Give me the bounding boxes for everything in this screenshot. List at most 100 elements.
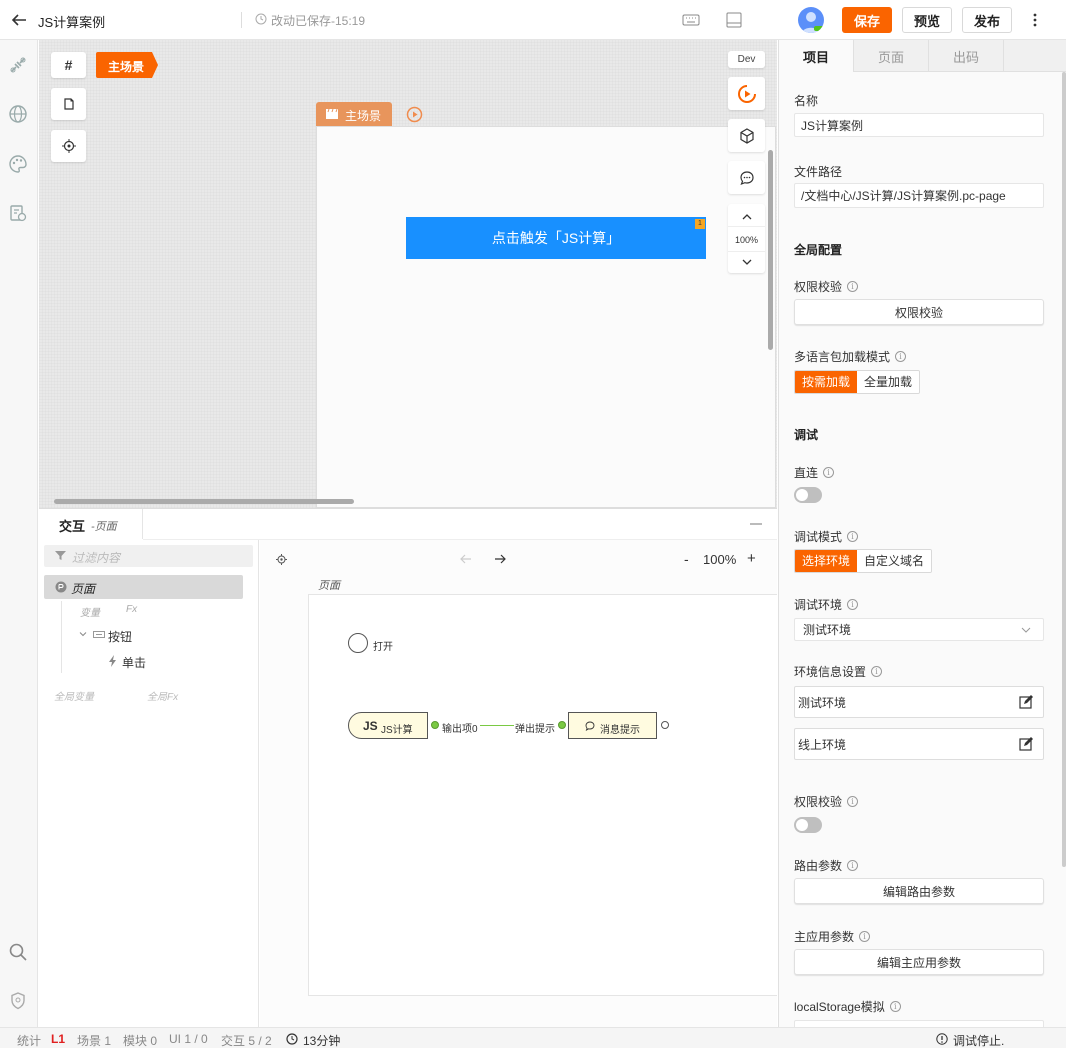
info-icon[interactable]: i xyxy=(847,531,859,542)
save-button[interactable]: 保存 xyxy=(842,7,892,33)
tab-code[interactable]: 出码 xyxy=(929,40,1004,72)
edit-icon[interactable] xyxy=(1019,737,1033,751)
info-icon[interactable]: i xyxy=(847,599,859,610)
chat-icon xyxy=(739,170,755,186)
ui-count: UI 1 / 0 xyxy=(169,1032,208,1046)
run-debug-button[interactable] xyxy=(728,77,765,110)
tree-global-fx[interactable]: 全局Fx xyxy=(147,688,178,703)
flow-zoom-out[interactable]: - xyxy=(684,551,689,567)
tree-fx-label[interactable]: Fx xyxy=(126,604,137,615)
tab-project[interactable]: 项目 xyxy=(779,40,854,72)
property-panel: 项目 页面 出码 名称 JS计算案例 文件路径 /文档中心/JS计算/JS计算案… xyxy=(778,40,1066,1027)
elapsed-time: 13分钟 xyxy=(303,1034,341,1048)
info-icon[interactable]: i xyxy=(871,666,883,677)
redo-arrow-icon[interactable] xyxy=(494,553,506,565)
env-test-row[interactable]: 测试环境 xyxy=(794,686,1044,718)
event-badge: 1 xyxy=(695,219,705,229)
zoom-in-icon[interactable] xyxy=(741,206,753,226)
back-arrow-icon[interactable] xyxy=(10,11,28,29)
edit-icon[interactable] xyxy=(1019,695,1033,709)
vertical-scrollbar[interactable] xyxy=(768,150,773,350)
tree-item-click[interactable]: 单击 xyxy=(122,654,146,671)
message-node[interactable]: 消息提示 xyxy=(568,712,657,739)
input-port[interactable] xyxy=(558,721,566,729)
undo-arrow-icon[interactable] xyxy=(460,553,472,565)
name-input[interactable]: JS计算案例 xyxy=(794,113,1044,137)
debug-env-select[interactable]: 测试环境 xyxy=(794,618,1044,641)
component-button[interactable] xyxy=(728,119,765,152)
info-icon[interactable]: i xyxy=(859,931,871,942)
filter-input[interactable]: 过滤内容 xyxy=(44,545,253,567)
scene-count: 场景 1 xyxy=(77,1034,112,1048)
info-icon[interactable]: i xyxy=(847,796,859,807)
info-icon[interactable]: i xyxy=(895,351,907,362)
locate-flow-icon[interactable] xyxy=(276,554,287,565)
keyboard-icon[interactable] xyxy=(682,12,700,28)
edit-route-button[interactable]: 编辑路由参数 xyxy=(794,878,1044,904)
open-node[interactable] xyxy=(348,633,368,653)
trigger-button[interactable]: 点击触发「JS计算」 1 xyxy=(406,217,706,259)
security-icon[interactable] xyxy=(8,991,28,1011)
collapse-icon[interactable] xyxy=(750,523,762,525)
design-canvas[interactable]: # 主场景 主场景 点击触发「JS计算」 1 Dev 100% xyxy=(39,40,777,508)
info-icon[interactable]: i xyxy=(847,281,859,292)
name-label: 名称 xyxy=(794,94,819,108)
debug-mode-toggle: 选择环境 自定义域名 xyxy=(794,549,933,573)
tree-var-label[interactable]: 变量 xyxy=(80,604,100,619)
locate-button[interactable] xyxy=(51,130,86,162)
page-frame[interactable]: 点击触发「JS计算」 1 xyxy=(316,126,776,508)
search-icon[interactable] xyxy=(8,942,28,962)
tree-item-page[interactable]: 页面 xyxy=(44,575,243,599)
globe-icon[interactable] xyxy=(8,104,28,124)
palette-icon[interactable] xyxy=(8,154,28,174)
info-icon[interactable]: i xyxy=(823,467,835,478)
debug-mode-domain[interactable]: 自定义域名 xyxy=(857,550,932,572)
lang-on-demand[interactable]: 按需加载 xyxy=(795,371,858,393)
publish-button[interactable]: 发布 xyxy=(962,7,1012,33)
comment-button[interactable] xyxy=(728,161,765,194)
hash-button[interactable]: # xyxy=(51,52,86,78)
panel-scrollbar[interactable] xyxy=(1062,72,1066,867)
flow-page-frame[interactable]: 打开 JS JS计算 输出项0 弹出提示 消息提示 xyxy=(308,594,777,996)
scene-frame-tab[interactable]: 主场景 xyxy=(316,102,392,126)
auth2-toggle[interactable] xyxy=(794,817,822,833)
chevron-down-icon[interactable] xyxy=(79,630,87,638)
info-icon[interactable]: i xyxy=(847,860,859,871)
zoom-level: 100% xyxy=(728,225,765,252)
tab-page[interactable]: 页面 xyxy=(854,40,929,72)
direct-toggle[interactable] xyxy=(794,487,822,503)
path-input[interactable]: /文档中心/JS计算/JS计算案例.pc-page xyxy=(794,183,1044,208)
connection-line[interactable] xyxy=(480,725,514,726)
js-calc-node[interactable]: JS JS计算 xyxy=(348,712,428,739)
interaction-tab[interactable]: 交互 -页面 xyxy=(39,509,143,539)
flow-area[interactable]: - 100% + 页面 打开 JS JS计算 输出项0 弹出提示 消息提示 xyxy=(260,540,777,1028)
tree-item-button[interactable]: 按钮 xyxy=(108,628,132,645)
message-output-port[interactable] xyxy=(661,721,669,729)
more-menu-icon[interactable] xyxy=(1028,12,1042,28)
trigger-button-label: 点击触发「JS计算」 xyxy=(491,230,621,246)
history-icon[interactable] xyxy=(8,203,28,223)
flow-zoom-in[interactable]: + xyxy=(747,550,756,567)
edit-main-app-button[interactable]: 编辑主应用参数 xyxy=(794,949,1044,975)
info-icon[interactable]: i xyxy=(889,1001,901,1012)
plugin-icon[interactable] xyxy=(8,55,28,75)
horizontal-scrollbar[interactable] xyxy=(54,499,354,504)
add-page-button[interactable] xyxy=(51,88,86,120)
output-port[interactable] xyxy=(431,721,439,729)
debug-env-label-text: 调试环境 xyxy=(794,598,843,612)
layout-icon[interactable] xyxy=(725,11,743,29)
lang-full[interactable]: 全量加载 xyxy=(857,371,920,393)
play-scene-icon[interactable] xyxy=(406,106,423,123)
status-bar: 统计 L1 场景 1 模块 0 UI 1 / 0 交互 5 / 2 13分钟 调… xyxy=(0,1027,1066,1048)
avatar[interactable] xyxy=(798,7,824,33)
env-online-row[interactable]: 线上环境 xyxy=(794,728,1044,760)
app-title: JS计算案例 xyxy=(38,15,106,30)
dev-badge[interactable]: Dev xyxy=(728,51,765,68)
debug-mode-env[interactable]: 选择环境 xyxy=(795,550,858,572)
tree-global-var[interactable]: 全局变量 xyxy=(54,688,94,703)
auth-button[interactable]: 权限校验 xyxy=(794,299,1044,325)
localstorage-input[interactable] xyxy=(794,1020,1044,1027)
js-node-label: JS计算 xyxy=(381,725,413,736)
preview-button[interactable]: 预览 xyxy=(902,7,952,33)
zoom-out-icon[interactable] xyxy=(741,252,753,272)
